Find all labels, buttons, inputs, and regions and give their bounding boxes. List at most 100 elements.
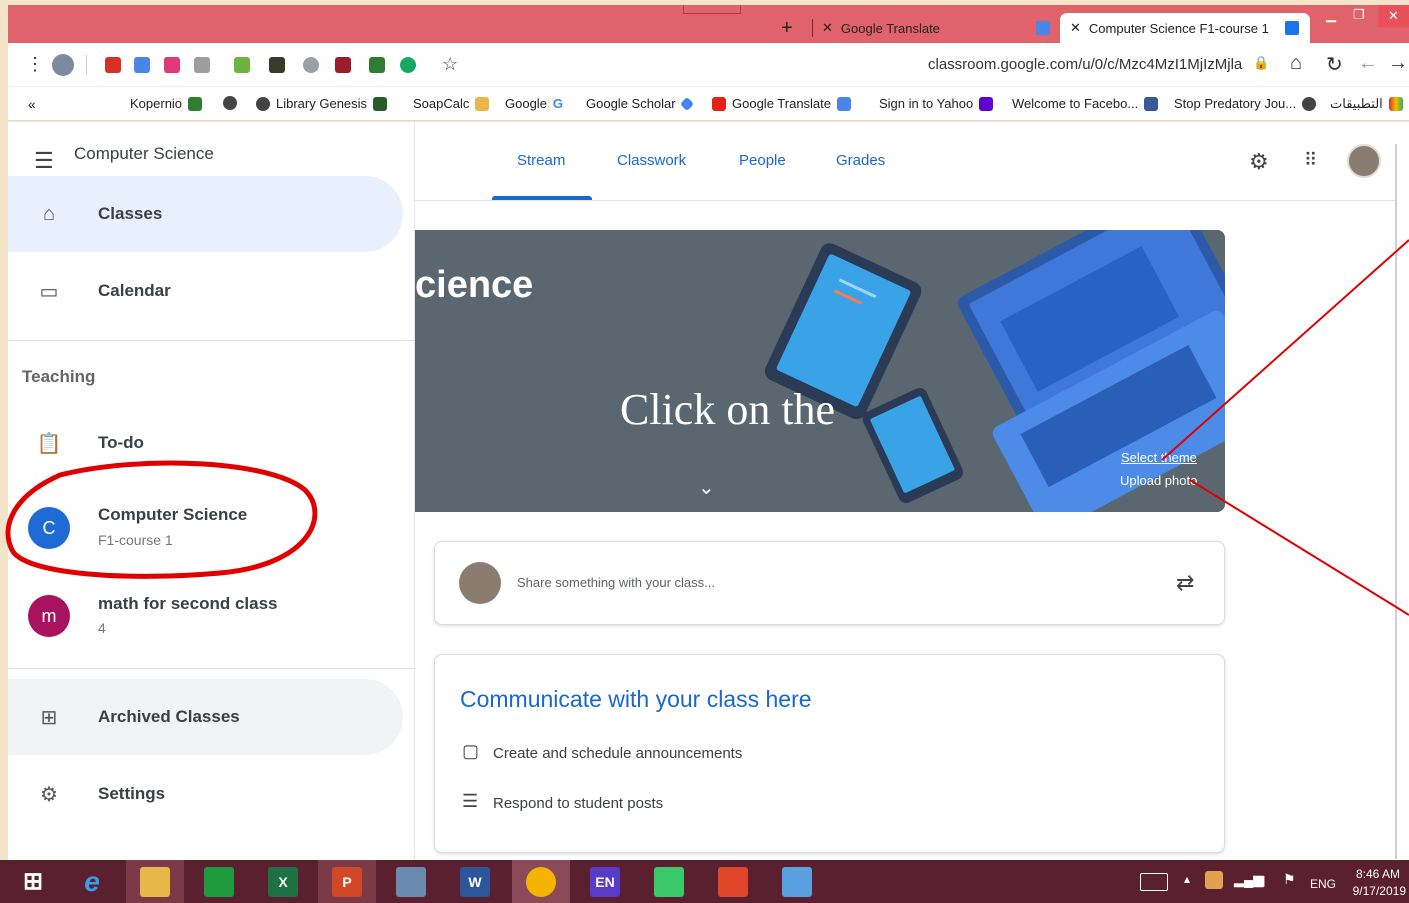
divider [8,668,415,669]
chevron-down-icon[interactable]: ⌄ [698,475,715,500]
extension-icon[interactable] [303,57,319,73]
class-banner: cience Click on the ⌄ Select theme Uploa… [415,230,1225,512]
banner-illustration [415,230,1225,512]
home-icon: ⌂ [42,202,56,225]
new-tab-button[interactable]: + [781,13,793,43]
calendar-icon: ▭ [39,280,59,303]
close-icon[interactable]: ✕ [822,20,833,36]
paint-icon[interactable] [768,860,826,903]
communicate-heading: Communicate with your class here [460,686,812,712]
store-icon[interactable] [190,860,248,903]
bookmark-library-genesis[interactable]: Library Genesis [256,96,388,111]
windows-taskbar: ⊞ e X P W EN ▴ ▂▄▆ ▮ ⚑ ENG 8:46 AM 9/17/… [0,860,1409,903]
word-icon[interactable]: W [446,860,504,903]
file-explorer-icon[interactable] [126,860,184,903]
tab-people[interactable]: People [739,152,786,169]
sidebar-item-classes[interactable]: ⌂ Classes [8,176,403,252]
window-close-icon[interactable]: ✕ [1378,5,1409,27]
sidebar-item-label: Classes [98,204,163,223]
annotation-lines [1161,239,1409,616]
bookmark-soapcalc[interactable]: SoapCalc [413,96,490,111]
sidebar-item-calendar[interactable]: ▭ Calendar [8,253,403,329]
restore-icon[interactable]: ❐ [1353,7,1365,23]
menu-dots-icon[interactable]: ⋮ [26,54,44,75]
tab-computer-science[interactable]: ✕ Computer Science F1-course 1 [1060,13,1310,43]
clock-time[interactable]: 8:46 AM [1354,867,1400,881]
class-avatar: m [28,595,70,637]
globe-icon[interactable] [223,96,237,110]
class-name: math for second class [98,594,278,613]
share-input[interactable]: Share something with your class... [517,575,715,590]
gear-icon[interactable]: ⚙ [1249,149,1269,175]
tray-chevron-icon[interactable]: ▴ [1184,872,1190,886]
home-icon[interactable]: ⌂ [1290,52,1302,75]
language-indicator[interactable]: ENG [1310,877,1336,891]
language-icon[interactable]: EN [576,860,634,903]
extension-icon[interactable] [234,57,250,73]
sidebar-item-settings[interactable]: ⚙ Settings [8,756,403,832]
onscreen-keyboard-icon[interactable] [382,860,440,903]
bookmark-google-translate[interactable]: Google Translate [712,96,852,111]
bookmark-yahoo[interactable]: Sign in to Yahoo [879,96,994,111]
browser-toolbar: ⋮ ☆ classroom.google.com/u/0/c/Mzc4MzI1M… [8,43,1409,87]
flag-icon[interactable]: ⚑ [1283,871,1296,888]
chrome-icon[interactable] [512,860,570,903]
bookmark-google-scholar[interactable]: Google Scholar [586,96,694,111]
recorder-icon[interactable] [704,860,762,903]
apps-grid-icon[interactable]: ⠿ [1304,150,1317,171]
minimize-icon[interactable]: ▁ [1326,7,1336,23]
lock-icon: 🔒 [1253,55,1270,70]
hamburger-menu-icon[interactable]: ☰ [34,148,54,174]
battery-icon[interactable]: ▮ [1258,872,1266,889]
communicate-item: Create and schedule announcements [493,745,743,762]
communicate-item: Respond to student posts [493,795,664,812]
sidebar-item-archived[interactable]: ⊞ Archived Classes [8,679,403,755]
sidebar-item-label: Archived Classes [98,707,240,726]
bookmark-facebook[interactable]: Welcome to Facebo... [1012,96,1159,111]
extension-icon[interactable] [194,57,210,73]
avatar[interactable] [1347,144,1381,178]
extension-icon[interactable] [134,57,150,73]
toolbar-separator [86,55,87,75]
annotation-ellipse [5,460,318,579]
forward-icon[interactable]: ← [1358,52,1378,75]
extension-icon[interactable] [369,57,385,73]
tray-app-icon[interactable] [1205,871,1223,889]
snip-icon[interactable] [640,860,698,903]
bookmark-google[interactable]: Google G [505,96,563,111]
reload-icon[interactable]: ↻ [1326,52,1343,77]
bookmark-kopernio[interactable]: Kopernio [130,96,203,111]
url-bar[interactable]: classroom.google.com/u/0/c/Mzc4MzI1MjIzM… [928,56,1242,73]
keyboard-icon[interactable] [1140,873,1168,891]
share-card[interactable]: Share something with your class... ⇄ [434,541,1225,625]
sidebar-item-label: Settings [98,784,166,803]
tab-grades[interactable]: Grades [836,152,885,169]
avatar [459,562,501,604]
chat-bubble-icon: ▢ [462,741,480,761]
bookmark-apps[interactable]: التطبيقات [1330,96,1403,112]
tab-classwork[interactable]: Classwork [617,152,686,169]
extension-icon[interactable] [105,57,121,73]
back-icon[interactable]: → [1388,52,1408,75]
powerpoint-icon[interactable]: P [318,860,376,903]
divider [8,340,415,341]
extension-icon[interactable] [164,57,180,73]
extension-icon[interactable] [400,57,416,73]
tab-google-translate[interactable]: ✕ Google Translate [822,13,1050,43]
tab-label: Google Translate [840,20,940,36]
profile-avatar[interactable] [52,54,74,76]
gear-icon: ⚙ [40,783,58,806]
bookmarks-overflow-icon[interactable]: « [28,96,36,112]
tab-stream[interactable]: Stream [517,152,565,169]
internet-explorer-icon[interactable]: e [63,860,121,903]
overlay-caption: Click on the [620,385,836,434]
extension-icon[interactable] [335,57,351,73]
star-icon[interactable]: ☆ [442,54,458,75]
excel-icon[interactable]: X [254,860,312,903]
bookmark-stop-predatory[interactable]: Stop Predatory Jou... [1174,96,1317,111]
close-icon[interactable]: ✕ [1070,20,1081,36]
clock-date[interactable]: 9/17/2019 [1348,884,1406,898]
browser-titlebar: + ✕ Google Translate ✕ Computer Science … [8,5,1409,43]
extension-icon[interactable] [269,57,285,73]
windows-start-icon[interactable]: ⊞ [4,860,62,903]
